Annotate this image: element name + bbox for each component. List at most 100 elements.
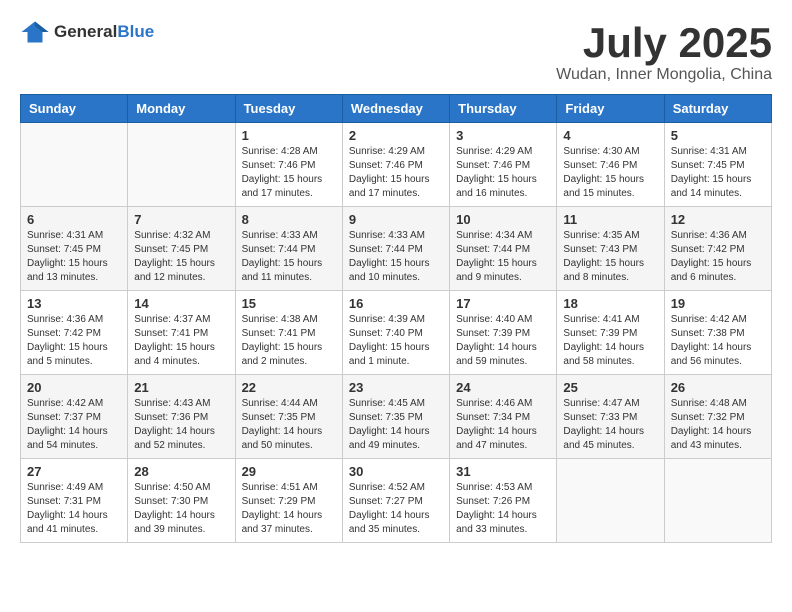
day-number: 16 — [349, 296, 443, 311]
day-number: 12 — [671, 212, 765, 227]
calendar-cell: 27 Sunrise: 4:49 AM Sunset: 7:31 PM Dayli… — [21, 459, 128, 543]
day-number: 17 — [456, 296, 550, 311]
calendar-cell: 24Sunrise: 4:46 AM Sunset: 7:34 PM Dayli… — [450, 375, 557, 459]
calendar-header-monday: Monday — [128, 95, 235, 123]
calendar-header-thursday: Thursday — [450, 95, 557, 123]
calendar-cell — [557, 459, 664, 543]
calendar-cell: 1 Sunrise: 4:28 AM Sunset: 7:46 PM Daylig… — [235, 123, 342, 207]
calendar-cell: 29 Sunrise: 4:51 AM Sunset: 7:29 PM Dayli… — [235, 459, 342, 543]
day-detail: Sunrise: 4:50 AM Sunset: 7:30 PM Dayligh… — [134, 481, 228, 537]
day-detail: Sunrise: 4:51 AM Sunset: 7:29 PM Dayligh… — [242, 481, 336, 537]
calendar-header-tuesday: Tuesday — [235, 95, 342, 123]
day-number: 30 — [349, 464, 443, 479]
header: General Blue July 2025 Wudan, Inner Mong… — [20, 20, 772, 84]
calendar-cell: 4 Sunrise: 4:30 AM Sunset: 7:46 PM Daylig… — [557, 123, 664, 207]
day-number: 29 — [242, 464, 336, 479]
calendar-cell — [664, 459, 771, 543]
calendar-cell: 30 Sunrise: 4:52 AM Sunset: 7:27 PM Dayli… — [342, 459, 449, 543]
calendar-header-friday: Friday — [557, 95, 664, 123]
calendar-cell: 19 Sunrise: 4:42 AM Sunset: 7:38 PM Dayli… — [664, 291, 771, 375]
calendar-cell: 23 Sunrise: 4:45 AM Sunset: 7:35 PM Dayli… — [342, 375, 449, 459]
day-detail: Sunrise: 4:36 AM Sunset: 7:42 PM Dayligh… — [671, 229, 765, 285]
day-detail: Sunrise: 4:37 AM Sunset: 7:41 PM Dayligh… — [134, 313, 228, 369]
calendar-cell: 2 Sunrise: 4:29 AM Sunset: 7:46 PM Daylig… — [342, 123, 449, 207]
calendar-cell: 14 Sunrise: 4:37 AM Sunset: 7:41 PM Dayli… — [128, 291, 235, 375]
calendar-cell: 6 Sunrise: 4:31 AM Sunset: 7:45 PM Daylig… — [21, 207, 128, 291]
calendar-header-sunday: Sunday — [21, 95, 128, 123]
logo: General Blue — [20, 20, 154, 44]
day-detail: Sunrise: 4:30 AM Sunset: 7:46 PM Dayligh… — [563, 145, 657, 201]
day-number: 4 — [563, 128, 657, 143]
day-number: 3 — [456, 128, 550, 143]
calendar-cell: 17 Sunrise: 4:40 AM Sunset: 7:39 PM Dayli… — [450, 291, 557, 375]
day-detail: Sunrise: 4:34 AM Sunset: 7:44 PM Dayligh… — [456, 229, 550, 285]
day-number: 23 — [349, 380, 443, 395]
day-number: 25 — [563, 380, 657, 395]
day-number: 19 — [671, 296, 765, 311]
calendar-header-row: SundayMondayTuesdayWednesdayThursdayFrid… — [21, 95, 772, 123]
logo-blue: Blue — [117, 22, 154, 42]
page-subtitle: Wudan, Inner Mongolia, China — [556, 66, 772, 84]
calendar-cell: 22 Sunrise: 4:44 AM Sunset: 7:35 PM Dayli… — [235, 375, 342, 459]
day-detail: Sunrise: 4:31 AM Sunset: 7:45 PM Dayligh… — [671, 145, 765, 201]
day-detail: Sunrise: 4:39 AM Sunset: 7:40 PM Dayligh… — [349, 313, 443, 369]
day-detail: Sunrise: 4:45 AM Sunset: 7:35 PM Dayligh… — [349, 397, 443, 453]
logo-general: General — [54, 22, 117, 42]
day-detail: Sunrise: 4:52 AM Sunset: 7:27 PM Dayligh… — [349, 481, 443, 537]
day-number: 6 — [27, 212, 121, 227]
calendar-cell: 16 Sunrise: 4:39 AM Sunset: 7:40 PM Dayli… — [342, 291, 449, 375]
page-title: July 2025 — [556, 20, 772, 66]
calendar-cell: 26 Sunrise: 4:48 AM Sunset: 7:32 PM Dayli… — [664, 375, 771, 459]
day-detail: Sunrise: 4:44 AM Sunset: 7:35 PM Dayligh… — [242, 397, 336, 453]
day-detail: Sunrise: 4:42 AM Sunset: 7:38 PM Dayligh… — [671, 313, 765, 369]
calendar-cell: 13Sunrise: 4:36 AM Sunset: 7:42 PM Dayli… — [21, 291, 128, 375]
day-detail: Sunrise: 4:32 AM Sunset: 7:45 PM Dayligh… — [134, 229, 228, 285]
logo-icon — [20, 20, 50, 44]
calendar-header-wednesday: Wednesday — [342, 95, 449, 123]
day-detail: Sunrise: 4:29 AM Sunset: 7:46 PM Dayligh… — [349, 145, 443, 201]
day-detail: Sunrise: 4:43 AM Sunset: 7:36 PM Dayligh… — [134, 397, 228, 453]
calendar-cell: 10 Sunrise: 4:34 AM Sunset: 7:44 PM Dayli… — [450, 207, 557, 291]
day-detail: Sunrise: 4:46 AM Sunset: 7:34 PM Dayligh… — [456, 397, 550, 453]
calendar-cell: 15Sunrise: 4:38 AM Sunset: 7:41 PM Dayli… — [235, 291, 342, 375]
day-number: 1 — [242, 128, 336, 143]
day-number: 7 — [134, 212, 228, 227]
calendar-cell: 21 Sunrise: 4:43 AM Sunset: 7:36 PM Dayli… — [128, 375, 235, 459]
calendar-table: SundayMondayTuesdayWednesdayThursdayFrid… — [20, 94, 772, 543]
day-number: 21 — [134, 380, 228, 395]
calendar-cell: 31Sunrise: 4:53 AM Sunset: 7:26 PM Dayli… — [450, 459, 557, 543]
day-number: 27 — [27, 464, 121, 479]
calendar-header-saturday: Saturday — [664, 95, 771, 123]
day-detail: Sunrise: 4:48 AM Sunset: 7:32 PM Dayligh… — [671, 397, 765, 453]
day-number: 22 — [242, 380, 336, 395]
day-number: 2 — [349, 128, 443, 143]
day-number: 26 — [671, 380, 765, 395]
day-detail: Sunrise: 4:29 AM Sunset: 7:46 PM Dayligh… — [456, 145, 550, 201]
calendar-cell: 25 Sunrise: 4:47 AM Sunset: 7:33 PM Dayli… — [557, 375, 664, 459]
day-number: 14 — [134, 296, 228, 311]
calendar-cell: 28Sunrise: 4:50 AM Sunset: 7:30 PM Dayli… — [128, 459, 235, 543]
calendar-cell — [128, 123, 235, 207]
day-detail: Sunrise: 4:40 AM Sunset: 7:39 PM Dayligh… — [456, 313, 550, 369]
day-detail: Sunrise: 4:28 AM Sunset: 7:46 PM Dayligh… — [242, 145, 336, 201]
day-number: 10 — [456, 212, 550, 227]
day-number: 9 — [349, 212, 443, 227]
calendar-week-2: 6 Sunrise: 4:31 AM Sunset: 7:45 PM Daylig… — [21, 207, 772, 291]
calendar-cell: 12 Sunrise: 4:36 AM Sunset: 7:42 PM Dayli… — [664, 207, 771, 291]
day-detail: Sunrise: 4:33 AM Sunset: 7:44 PM Dayligh… — [349, 229, 443, 285]
day-detail: Sunrise: 4:47 AM Sunset: 7:33 PM Dayligh… — [563, 397, 657, 453]
day-detail: Sunrise: 4:31 AM Sunset: 7:45 PM Dayligh… — [27, 229, 121, 285]
day-number: 13 — [27, 296, 121, 311]
day-number: 11 — [563, 212, 657, 227]
day-detail: Sunrise: 4:41 AM Sunset: 7:39 PM Dayligh… — [563, 313, 657, 369]
day-number: 5 — [671, 128, 765, 143]
calendar-cell: 18Sunrise: 4:41 AM Sunset: 7:39 PM Dayli… — [557, 291, 664, 375]
day-number: 15 — [242, 296, 336, 311]
day-detail: Sunrise: 4:33 AM Sunset: 7:44 PM Dayligh… — [242, 229, 336, 285]
day-detail: Sunrise: 4:49 AM Sunset: 7:31 PM Dayligh… — [27, 481, 121, 537]
calendar-cell: 5 Sunrise: 4:31 AM Sunset: 7:45 PM Daylig… — [664, 123, 771, 207]
calendar-week-5: 27 Sunrise: 4:49 AM Sunset: 7:31 PM Dayli… — [21, 459, 772, 543]
calendar-cell: 3 Sunrise: 4:29 AM Sunset: 7:46 PM Daylig… — [450, 123, 557, 207]
day-detail: Sunrise: 4:53 AM Sunset: 7:26 PM Dayligh… — [456, 481, 550, 537]
day-number: 20 — [27, 380, 121, 395]
